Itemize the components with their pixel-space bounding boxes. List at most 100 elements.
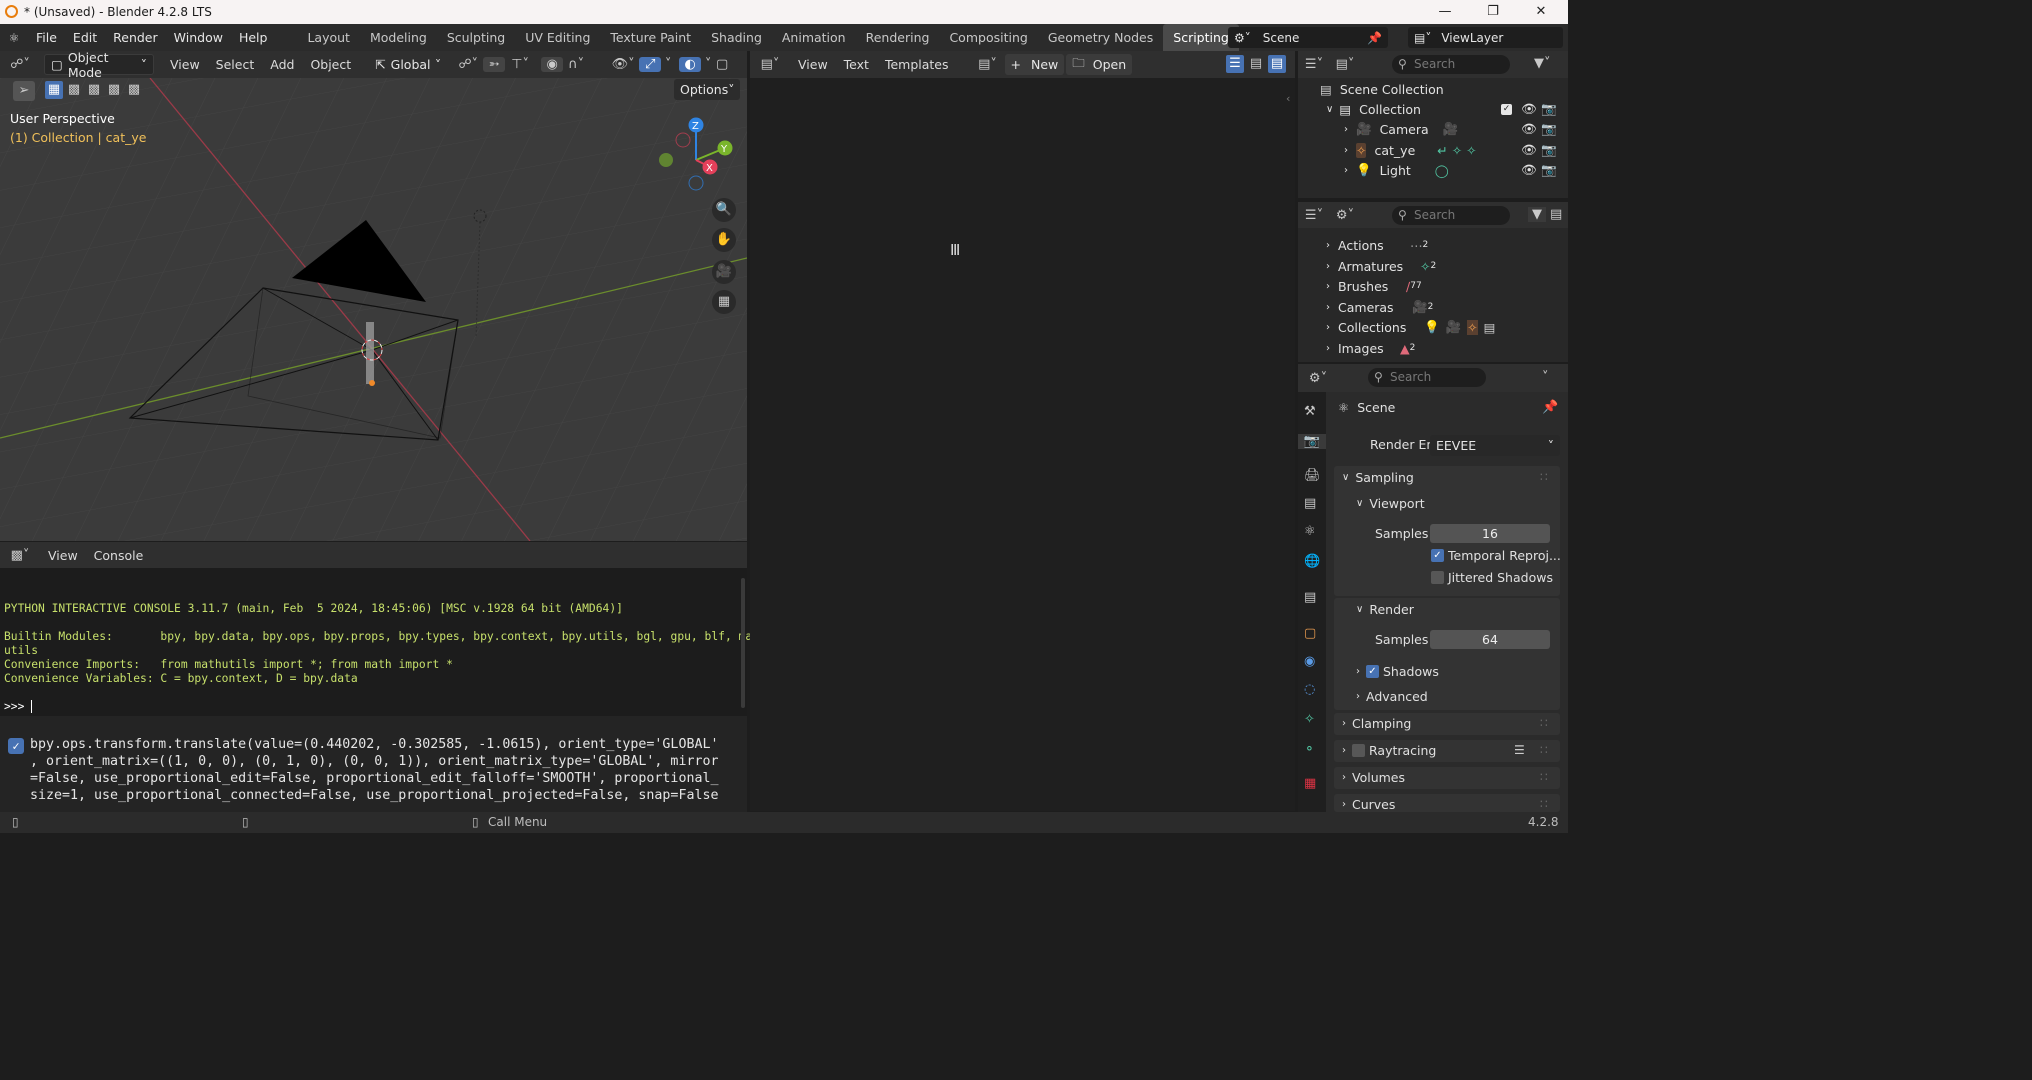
tab-modeling[interactable]: Modeling — [360, 24, 437, 51]
blend-file-search-input[interactable]: ⚲ Search — [1392, 206, 1510, 225]
pan-hand-icon[interactable]: ✋ — [712, 228, 736, 252]
outliner-search-input[interactable]: ⚲ Search — [1392, 55, 1510, 74]
bone-tab-icon[interactable]: ⚬ — [1304, 742, 1315, 757]
drag-handle-icon[interactable]: ∷ — [1540, 797, 1548, 811]
texture-tab-icon[interactable]: ▦ — [1304, 776, 1316, 791]
raytracing-checkbox[interactable] — [1352, 744, 1365, 757]
tab-animation[interactable]: Animation — [772, 24, 856, 51]
filter-icon[interactable]: ▼ — [1528, 207, 1546, 222]
pin-icon[interactable]: 📌 — [1542, 400, 1558, 415]
blend-file-mode-icon[interactable]: ⚙˅ — [1330, 208, 1360, 223]
ortho-grid-icon[interactable]: ▦ — [712, 290, 736, 314]
eye-icon[interactable]: 👁 — [1521, 142, 1537, 158]
data-row-cameras[interactable]: › Cameras 🎥 2 — [1298, 297, 1568, 317]
chevron-down-icon[interactable]: ˅ — [1542, 370, 1549, 385]
new-text-button[interactable]: + New — [1004, 54, 1065, 75]
xray-icon[interactable]: ▢ — [715, 57, 729, 72]
output-tab-icon[interactable]: 🖨 — [1304, 468, 1321, 483]
eye-icon[interactable]: 👁 — [1521, 101, 1537, 117]
data-row-collections[interactable]: › Collections 💡 🎥 ✧ ▤ — [1298, 317, 1568, 337]
sidebar-toggle-icon[interactable]: ‹ — [1286, 92, 1290, 105]
console-menu-view[interactable]: View — [40, 548, 86, 563]
pin-icon[interactable]: 📌 — [1367, 31, 1382, 45]
tab-shading[interactable]: Shading — [701, 24, 772, 51]
shadows-checkbox[interactable]: ✓ — [1366, 665, 1379, 678]
render-samples-field[interactable]: 64 — [1430, 630, 1550, 649]
scene-selector[interactable]: ⚙˅ Scene 📌 — [1228, 27, 1388, 48]
render-camera-icon[interactable]: 📷 — [1541, 142, 1557, 158]
chevron-right-icon[interactable]: › — [1344, 124, 1348, 135]
viewport-menu-object[interactable]: Object — [302, 57, 359, 72]
eye-icon[interactable]: 👁 — [1521, 162, 1537, 178]
drag-handle-icon[interactable]: ∷ — [1540, 770, 1548, 784]
shadows-subpanel-header[interactable]: › ✓ Shadows — [1356, 664, 1439, 679]
tab-uv-editing[interactable]: UV Editing — [515, 24, 600, 51]
advanced-subpanel-header[interactable]: › Advanced — [1356, 689, 1428, 704]
collection-tab-icon[interactable]: ▤ — [1304, 590, 1316, 605]
overlay-icon[interactable]: ◐ — [679, 57, 702, 72]
tab-layout[interactable]: Layout — [297, 24, 360, 51]
data-row-actions[interactable]: › Actions ⋯ 2 — [1298, 235, 1568, 255]
text-menu-text[interactable]: Text — [836, 57, 877, 72]
console-editor-type-icon[interactable]: ▩˅ — [0, 548, 40, 563]
navigation-gizmo[interactable]: Z Y X — [654, 114, 738, 194]
gizmo-toggle-icon[interactable]: ⤢ — [639, 57, 662, 72]
console-scrollbar[interactable] — [741, 578, 745, 708]
viewport-menu-select[interactable]: Select — [208, 57, 263, 72]
chevron-right-icon[interactable]: › — [1326, 240, 1330, 251]
minimize-button[interactable]: — — [1422, 0, 1468, 24]
scene-collection-row[interactable]: ▤ Scene Collection — [1298, 79, 1568, 99]
tab-geometry-nodes[interactable]: Geometry Nodes — [1038, 24, 1163, 51]
scene-tab-icon[interactable]: ⚛ — [1304, 524, 1316, 539]
zoom-icon[interactable]: 🔍 — [712, 198, 736, 222]
viewport-menu-add[interactable]: Add — [262, 57, 302, 72]
falloff-icon[interactable]: ∩˅ — [563, 57, 589, 72]
text-menu-view[interactable]: View — [790, 57, 836, 72]
text-editor-type-icon[interactable]: ▤˅ — [750, 57, 790, 72]
text-menu-templates[interactable]: Templates — [877, 57, 957, 72]
syntax-highlight-icon[interactable]: ▤ — [1268, 55, 1286, 73]
blend-file-data-list[interactable]: › Actions ⋯ 2 › Armatures ✧ 2 › Brushes ∕ 7… — [1298, 228, 1568, 362]
menu-render[interactable]: Render — [105, 24, 166, 51]
render-camera-icon[interactable]: 📷 — [1541, 162, 1557, 178]
snap-icon[interactable]: ➳ — [483, 57, 506, 72]
raytracing-panel-header[interactable]: › Raytracing — [1342, 743, 1436, 758]
open-text-button[interactable]: 🗀 Open — [1066, 54, 1133, 75]
select-subtract-icon[interactable]: ▩ — [85, 81, 103, 99]
list-icon[interactable]: ☰ — [1514, 743, 1525, 757]
outliner-item-light[interactable]: › 💡 Light ◯ 👁 📷 — [1298, 160, 1568, 180]
options-dropdown[interactable]: Options ˅ — [674, 79, 740, 100]
eye-icon[interactable]: 👁 — [1521, 121, 1537, 137]
data-row-armatures[interactable]: › Armatures ✧ 2 — [1298, 256, 1568, 276]
maximize-button[interactable]: ❐ — [1470, 0, 1516, 24]
tab-texture-paint[interactable]: Texture Paint — [600, 24, 701, 51]
chevron-down-icon[interactable]: ˅ — [661, 57, 675, 72]
chevron-right-icon[interactable]: › — [1344, 145, 1348, 156]
viewport-subpanel-header[interactable]: ∨ Viewport — [1356, 496, 1425, 511]
word-wrap-icon[interactable]: ▤ — [1247, 55, 1265, 73]
mode-dropdown[interactable]: ▢ Object Mode ˅ — [44, 50, 154, 80]
temporal-reprojection-row[interactable]: ✓ Temporal Reproj... — [1431, 548, 1561, 563]
world-tab-icon[interactable]: 🌐 — [1304, 554, 1320, 569]
outliner[interactable]: ▤ Scene Collection ∨ ▤ Collection ✓ 👁 📷 … — [1298, 78, 1568, 198]
pivot-icon[interactable]: ☍˅ — [453, 57, 483, 72]
object-tab-icon[interactable]: ▢ — [1304, 626, 1316, 641]
temporal-reprojection-checkbox[interactable]: ✓ — [1431, 549, 1444, 562]
blend-file-editor-type-icon[interactable]: ☰˅ — [1298, 208, 1330, 223]
tab-compositing[interactable]: Compositing — [939, 24, 1037, 51]
menu-window[interactable]: Window — [166, 24, 231, 51]
modifier-tab-icon[interactable]: ◉ — [1304, 654, 1315, 669]
select-new-icon[interactable]: ▦ — [45, 81, 63, 99]
text-browse-icon[interactable]: ▤˅ — [973, 57, 1003, 72]
tool-tab-icon[interactable]: ⚒ — [1304, 404, 1316, 419]
volumes-panel-header[interactable]: › Volumes — [1342, 770, 1405, 785]
render-subpanel-header[interactable]: ∨ Render — [1356, 602, 1414, 617]
console-prompt[interactable]: >>> — [4, 700, 40, 713]
viewport-samples-field[interactable]: 16 — [1430, 524, 1550, 543]
chevron-right-icon[interactable]: › — [1326, 322, 1330, 333]
view-layer-selector[interactable]: ▤˅ ViewLayer — [1408, 27, 1563, 48]
menu-file[interactable]: File — [28, 24, 65, 51]
info-editor[interactable]: ✓ bpy.ops.transform.translate(value=(0.4… — [0, 716, 747, 812]
render-camera-icon[interactable]: 📷 — [1541, 101, 1557, 117]
object-data-tab-icon[interactable]: ✧ — [1304, 712, 1315, 727]
